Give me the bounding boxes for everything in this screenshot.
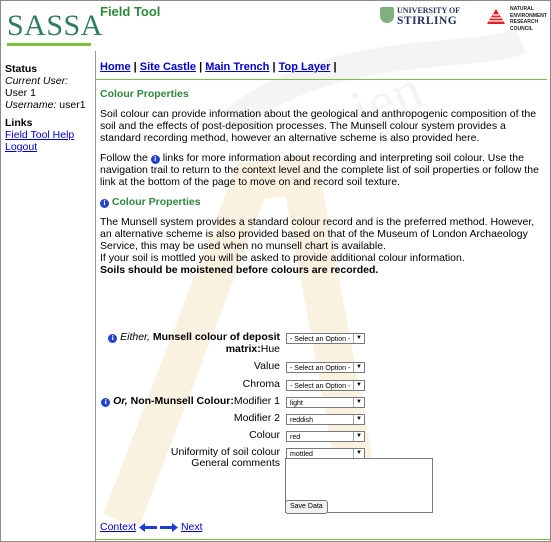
nerc-text: NATURAL ENVIRONMENT RESEARCH COUNCIL [510, 6, 547, 32]
munsell-paragraph: The Munsell system provides a standard c… [100, 216, 535, 276]
colour-select[interactable]: red ▼ [286, 431, 365, 442]
nav-divider [96, 79, 547, 80]
non-munsell-label: i Or, Non-Munsell Colour:Modifier 1 [101, 395, 280, 408]
main-content: Home | Site Castle | Main Trench | Top L… [96, 61, 547, 284]
section-info-icon[interactable]: i [100, 199, 109, 208]
chevron-down-icon: ▼ [353, 334, 364, 343]
university-crest-icon [380, 7, 394, 23]
arrow-right-icon[interactable] [160, 522, 179, 532]
sassa-logo[interactable]: SASSA [7, 9, 103, 43]
username-row: Username: user1 [5, 99, 86, 111]
instructions-paragraph: Follow the i links for more information … [100, 152, 539, 188]
breadcrumb-site[interactable]: Site Castle [140, 61, 196, 73]
value-select[interactable]: - Select an Option - ▼ [286, 362, 365, 373]
page-title: Colour Properties [100, 88, 189, 100]
current-user-label: Current User: [5, 75, 69, 87]
sidebar-link-help[interactable]: Field Tool Help [1, 129, 96, 141]
breadcrumb-home[interactable]: Home [100, 61, 131, 73]
links-heading: Links [5, 117, 33, 129]
chevron-down-icon: ▼ [353, 363, 364, 372]
comments-label: General comments [191, 457, 280, 469]
colour-label: Colour [249, 429, 280, 441]
nerc-logo-icon [487, 9, 505, 24]
chevron-down-icon: ▼ [353, 398, 364, 407]
page-frame: ien SASSA Field Tool UNIVERSITY OF STIRL… [0, 0, 551, 542]
footer-nav: Context Next [100, 521, 203, 533]
breadcrumb: Home | Site Castle | Main Trench | Top L… [100, 61, 337, 73]
munsell-label: i Either, Munsell colour of deposit matr… [108, 331, 280, 355]
modifier2-select[interactable]: reddish ▼ [286, 414, 365, 425]
sidebar-link-logout[interactable]: Logout [1, 141, 96, 153]
chevron-down-icon: ▼ [353, 415, 364, 424]
non-munsell-info-icon[interactable]: i [101, 398, 111, 407]
munsell-info-icon[interactable]: i [108, 334, 118, 343]
footer-divider [96, 539, 550, 540]
modifier2-label: Modifier 2 [233, 412, 280, 424]
university-logo: UNIVERSITY OF STIRLING [397, 6, 461, 27]
status-heading: Status [5, 63, 38, 75]
hue-select[interactable]: - Select an Option - ▼ [286, 333, 365, 344]
info-icon[interactable]: i [150, 155, 160, 164]
chroma-select[interactable]: - Select an Option - ▼ [286, 380, 365, 391]
chevron-down-icon: ▼ [353, 449, 364, 458]
chroma-label: Chroma [242, 378, 280, 390]
current-user-value: User 1 [5, 87, 36, 99]
sidebar: Status Current User: User 1 Username: us… [1, 51, 96, 153]
breadcrumb-layer[interactable]: Top Layer [279, 61, 331, 73]
app-title: Field Tool [100, 4, 161, 19]
logo-underline [7, 43, 91, 46]
intro-paragraph: Soil colour can provide information abou… [100, 108, 537, 144]
breadcrumb-trench[interactable]: Main Trench [205, 61, 269, 73]
value-label: Value [253, 360, 280, 372]
chevron-down-icon: ▼ [353, 432, 364, 441]
section-title: i Colour Properties [100, 196, 546, 208]
chevron-down-icon: ▼ [353, 381, 364, 390]
header: SASSA Field Tool UNIVERSITY OF STIRLING … [1, 1, 550, 51]
next-link[interactable]: Next [181, 521, 203, 533]
context-link[interactable]: Context [100, 521, 136, 533]
modifier1-select[interactable]: light ▼ [286, 397, 365, 408]
arrow-left-icon[interactable] [139, 522, 158, 532]
save-button[interactable]: Save Data [285, 500, 328, 514]
